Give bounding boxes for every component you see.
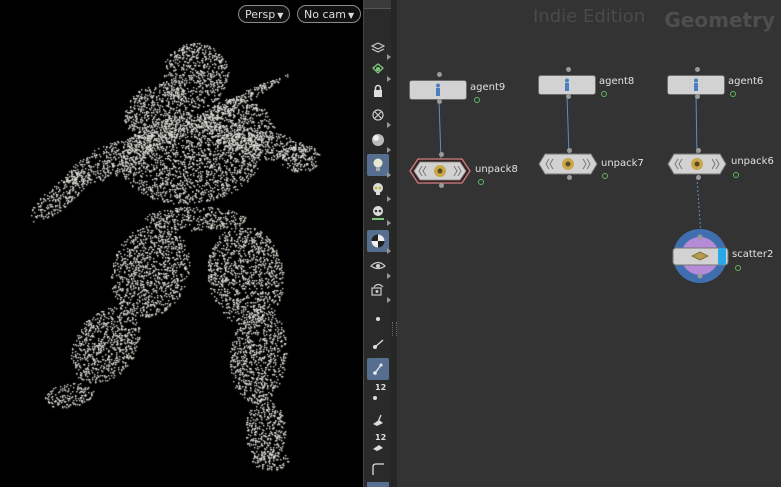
agent-figure-icon [565, 78, 569, 91]
toolbar-overflow-indicator[interactable] [367, 482, 389, 487]
shading-mode-button[interactable] [367, 129, 391, 153]
output-port[interactable] [696, 175, 701, 180]
camera-menu-button[interactable]: Persp ▼ [238, 5, 291, 23]
node-label: unpack8 [475, 164, 518, 175]
node-label: unpack6 [731, 156, 774, 167]
point-numbers-badge: 12 [375, 383, 387, 392]
display-points-button[interactable] [367, 308, 389, 330]
node-body[interactable] [538, 75, 596, 95]
visibility-options-button[interactable] [367, 255, 391, 279]
input-port[interactable] [566, 67, 571, 72]
display-prim-normals-button[interactable] [367, 408, 389, 430]
camera-menu-label: Persp [245, 8, 276, 21]
show-handles-button[interactable] [367, 202, 391, 226]
background-display-button[interactable] [367, 230, 391, 254]
lock-camera-button[interactable] [367, 80, 389, 102]
selection-mode-button[interactable] [367, 58, 391, 82]
ghost-display-button[interactable] [367, 104, 391, 128]
headlight-button[interactable] [367, 154, 391, 178]
point-cloud-render [0, 0, 363, 487]
display-flag-icon[interactable] [602, 173, 608, 179]
normal-icon [373, 339, 384, 349]
agent-figure-icon [436, 83, 440, 96]
output-port[interactable] [567, 175, 572, 180]
toolbar-collapse-handle[interactable] [364, 0, 392, 9]
node-label: unpack7 [601, 158, 644, 169]
node-body[interactable] [409, 80, 467, 100]
handle-icon [372, 206, 384, 220]
point-icon [376, 317, 380, 321]
display-flag-icon[interactable] [730, 91, 736, 97]
checker-sphere-icon [371, 234, 385, 248]
chevron-down-icon: ▼ [277, 11, 284, 20]
display-prim-numbers-button[interactable]: 12 [367, 433, 389, 455]
display-flag-icon[interactable] [733, 172, 739, 178]
display-options-button[interactable] [367, 36, 391, 60]
camera-eye-icon [371, 283, 384, 296]
edge-icon [372, 463, 384, 475]
output-port[interactable] [566, 94, 571, 99]
sphere-icon [372, 134, 384, 146]
agent-figure-icon [694, 78, 698, 91]
input-port[interactable] [437, 72, 442, 77]
prim-normal-icon [373, 414, 383, 426]
input-port[interactable] [439, 152, 444, 157]
node-label: agent6 [728, 76, 764, 87]
viewport-toolbar: 12 12 [363, 0, 393, 487]
node-body[interactable] [538, 153, 600, 175]
eye-icon [370, 261, 386, 270]
ghost-icon [372, 109, 384, 121]
select-icon [372, 63, 384, 74]
layers-icon [371, 42, 385, 53]
chevron-down-icon: ▼ [347, 11, 355, 20]
display-normals-button[interactable] [367, 333, 389, 355]
input-port[interactable] [695, 67, 700, 72]
node-label: agent8 [599, 76, 635, 87]
show-guides-button[interactable] [367, 178, 391, 202]
view-menu-label: No cam [304, 8, 346, 21]
display-point-numbers-button[interactable]: 12 [367, 383, 389, 405]
prim-numbers-badge: 12 [375, 433, 387, 442]
node-label: scatter2 [732, 249, 774, 260]
output-port[interactable] [695, 94, 700, 99]
display-edge-button[interactable] [367, 458, 389, 480]
output-port[interactable] [437, 99, 442, 104]
node-body[interactable] [667, 153, 729, 175]
lock-icon [374, 84, 382, 97]
scene-viewport[interactable]: Persp ▼ No cam ▼ [0, 0, 363, 487]
skull-icon [373, 183, 383, 195]
node-body[interactable] [671, 229, 733, 287]
node-body[interactable] [409, 158, 471, 184]
network-editor[interactable]: Indie Edition Geometry agent9 agent8 age… [397, 0, 781, 487]
display-flag-icon[interactable] [474, 97, 480, 103]
output-port[interactable] [439, 183, 444, 188]
vector-icon [373, 363, 383, 375]
node-body[interactable] [667, 75, 725, 95]
render-options-button[interactable] [367, 279, 391, 303]
light-bulb-icon [373, 158, 383, 171]
display-flag-icon[interactable] [735, 265, 741, 271]
node-label: agent9 [470, 82, 506, 93]
display-flag-icon[interactable] [601, 91, 607, 97]
display-point-normals-button[interactable] [367, 358, 389, 380]
display-flag-icon[interactable] [478, 179, 484, 185]
view-menu-button[interactable]: No cam ▼ [297, 5, 362, 23]
